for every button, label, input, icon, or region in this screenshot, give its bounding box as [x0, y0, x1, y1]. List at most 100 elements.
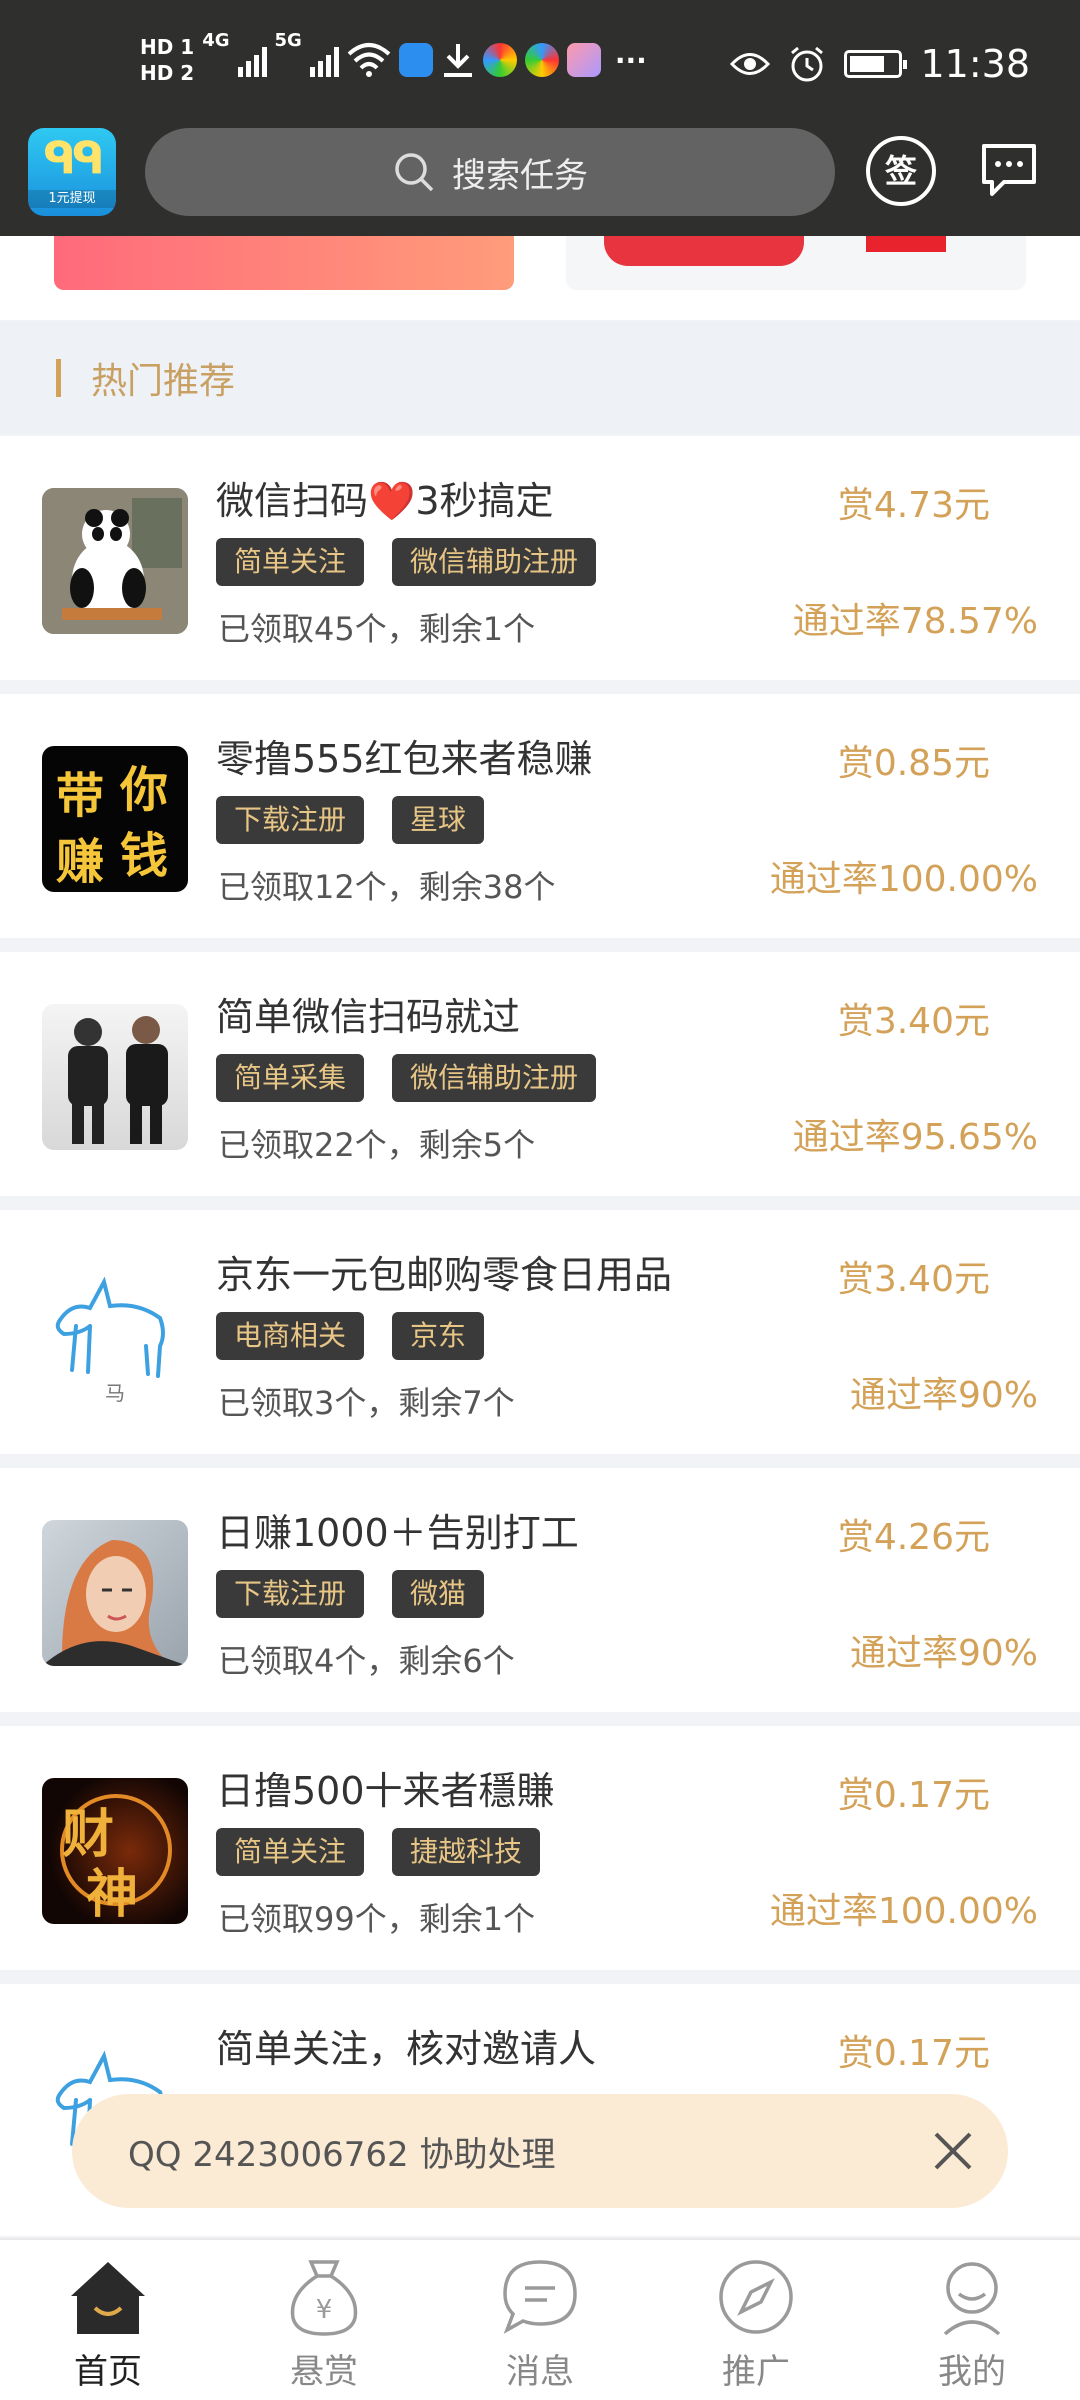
toast-text: QQ 2423006762 协助处理: [128, 2134, 556, 2175]
task-pass-rate: 通过率100.00%: [769, 859, 1038, 900]
task-item[interactable]: 财 神 日撸500十来者穩賺 简单关注 捷越科技 已领取99个，剩余1个 赏0.…: [0, 1726, 1080, 1970]
task-item[interactable]: 简单微信扫码就过 简单采集 微信辅助注册 已领取22个，剩余5个 赏3.40元 …: [0, 952, 1080, 1196]
task-tags: 简单关注 微信辅助注册: [216, 538, 597, 586]
chat-icon: [503, 2260, 577, 2334]
task-tag: 简单采集: [216, 1054, 365, 1102]
section-accent-bar: [56, 359, 61, 397]
task-tags: 简单关注 捷越科技: [216, 1828, 541, 1876]
nav-reward-label: 悬赏: [290, 2352, 358, 2392]
app-logo[interactable]: ᑫᑫ 1元提现: [28, 128, 116, 216]
nav-home[interactable]: 首页: [0, 2240, 216, 2400]
status-left: HD 1 HD 2 4G 5G ···: [140, 30, 647, 90]
task-tag: 下载注册: [216, 1570, 365, 1618]
task-title: 京东一元包邮购零食日用品: [216, 1253, 673, 1297]
task-reward: 赏3.40元: [837, 1259, 990, 1300]
task-pass-rate: 通过率100.00%: [769, 1891, 1038, 1932]
thumb-caption: 马: [105, 1381, 125, 1405]
signal-4g-icon: [237, 43, 267, 77]
close-icon[interactable]: [926, 2124, 980, 2178]
task-title: 日撸500十来者穩賺: [216, 1769, 555, 1813]
nav-messages[interactable]: 消息: [432, 2240, 648, 2400]
task-title: 简单关注，核对邀请人: [216, 2027, 597, 2071]
status-bar: HD 1 HD 2 4G 5G ··· 11:38: [0, 0, 1080, 125]
task-meta: 已领取4个，剩余6个: [218, 1642, 515, 1680]
task-tag: 星球: [392, 796, 485, 844]
search-bar[interactable]: 搜索任务: [145, 128, 835, 216]
task-title: 简单微信扫码就过: [216, 995, 521, 1039]
nav-profile[interactable]: 我的: [864, 2240, 1080, 2400]
battery-icon: [844, 50, 908, 78]
promo-banner-left[interactable]: [54, 236, 514, 290]
task-tag: 微信辅助注册: [392, 538, 597, 586]
task-reward: 赏0.17元: [837, 1775, 990, 1816]
task-title: 微信扫码❤️3秒搞定: [216, 479, 554, 523]
task-pass-rate: 通过率95.65%: [792, 1117, 1038, 1158]
thumb-char: 钱: [120, 828, 169, 884]
app-notification-icon: [524, 43, 559, 77]
nav-promote-label: 推广: [722, 2352, 790, 2392]
task-reward: 赏4.73元: [837, 485, 990, 526]
checkin-button[interactable]: 签: [866, 136, 936, 206]
task-tags: 下载注册 星球: [216, 796, 485, 844]
task-item[interactable]: 马 京东一元包邮购零食日用品 电商相关 京东 已领取3个，剩余7个 赏3.40元…: [0, 1210, 1080, 1454]
task-meta: 已领取22个，剩余5个: [218, 1126, 536, 1164]
task-thumbnail: 财 神: [42, 1778, 188, 1924]
download-icon: [443, 44, 472, 77]
nav-home-label: 首页: [74, 2352, 142, 2392]
task-reward: 赏3.40元: [837, 1001, 990, 1042]
message-icon[interactable]: [980, 142, 1038, 198]
task-thumbnail: 带 你 赚 钱: [42, 746, 188, 892]
task-tag: 京东: [392, 1312, 485, 1360]
task-item[interactable]: 微信扫码❤️3秒搞定 简单关注 微信辅助注册 已领取45个，剩余1个 赏4.73…: [0, 436, 1080, 680]
home-icon: [71, 2262, 145, 2334]
thumb-char: 赚: [56, 834, 105, 890]
task-meta: 已领取3个，剩余7个: [218, 1384, 515, 1422]
task-reward: 赏0.17元: [837, 2033, 990, 2074]
user-icon: [943, 2262, 1001, 2336]
task-tag: 电商相关: [216, 1312, 365, 1360]
task-pass-rate: 通过率90%: [849, 1375, 1038, 1416]
task-thumbnail: 马: [42, 1262, 188, 1408]
svg-text:¥: ¥: [316, 2295, 333, 2325]
task-tag: 下载注册: [216, 796, 365, 844]
task-pass-rate: 通过率78.57%: [792, 601, 1038, 642]
task-thumbnail: [42, 1004, 188, 1150]
task-reward: 赏4.26元: [837, 1517, 990, 1558]
task-thumbnail: [42, 1520, 188, 1666]
logo-subtitle: 1元提现: [28, 190, 116, 208]
wifi-icon: [347, 43, 391, 77]
hd2-label: HD 2: [140, 61, 195, 85]
banner-area: [0, 236, 1080, 320]
thumb-char: 带: [56, 768, 105, 824]
task-tag: 微信辅助注册: [392, 1054, 597, 1102]
money-bag-icon: ¥: [290, 2260, 358, 2336]
task-item[interactable]: 日赚1000＋告别打工 下载注册 微猫 已领取4个，剩余6个 赏4.26元 通过…: [0, 1468, 1080, 1712]
task-meta: 已领取45个，剩余1个: [218, 610, 536, 648]
task-item[interactable]: 带 你 赚 钱 零撸555红包来者稳赚 下载注册 星球 已领取12个，剩余38个…: [0, 694, 1080, 938]
task-meta: 已领取12个，剩余38个: [218, 868, 556, 906]
task-tag: 微猫: [392, 1570, 485, 1618]
thumb-char: 神: [86, 1864, 139, 1924]
task-tag: 捷越科技: [392, 1828, 541, 1876]
app-notification-icon: [566, 43, 601, 77]
section-header: 热门推荐: [0, 322, 1080, 434]
nav-promote[interactable]: 推广: [648, 2240, 864, 2400]
app-notification-icon: [482, 43, 517, 77]
nav-profile-label: 我的: [938, 2352, 1006, 2392]
task-tag: 简单关注: [216, 1828, 365, 1876]
nav-messages-label: 消息: [506, 2352, 574, 2392]
task-thumbnail: [42, 488, 188, 634]
task-reward: 赏0.85元: [837, 743, 990, 784]
nav-reward[interactable]: ¥ 悬赏: [216, 2240, 432, 2400]
search-icon: [395, 153, 434, 192]
eye-icon: [730, 53, 771, 75]
search-placeholder: 搜索任务: [452, 155, 588, 196]
support-toast[interactable]: QQ 2423006762 协助处理: [72, 2094, 1008, 2208]
alarm-icon: [791, 46, 824, 82]
hd-indicator: HD 1 HD 2: [140, 34, 194, 86]
task-title: 日赚1000＋告别打工: [216, 1511, 579, 1555]
task-pass-rate: 通过率90%: [849, 1633, 1038, 1674]
hd1-label: HD 1: [140, 35, 195, 59]
status-right: 11:38: [730, 36, 1030, 92]
promo-banner-right[interactable]: [566, 236, 1026, 290]
